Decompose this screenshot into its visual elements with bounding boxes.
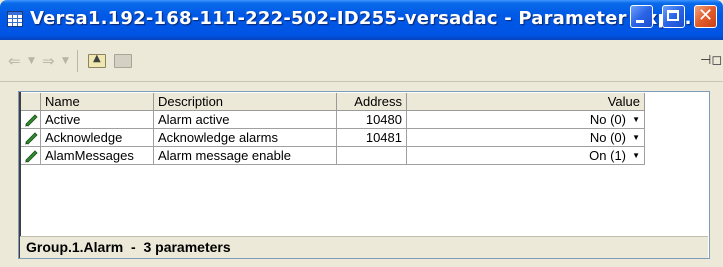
pencil-icon [25,132,38,145]
forward-dropdown-icon[interactable]: ▼ [62,52,69,70]
dropdown-arrow-icon[interactable]: ▼ [632,147,640,164]
table-header: Name Description Address Value [21,93,645,111]
status-text: Group.1.Alarm - 3 parameters [26,239,231,255]
close-button[interactable]: ✕ [694,5,717,28]
parameter-grid: Name Description Address Value Active Al… [18,91,710,259]
table-row[interactable]: Acknowledge Acknowledge alarms 10481 No … [21,129,645,147]
back-arrow-icon[interactable]: ⇐ [8,52,21,70]
status-bar: Group.1.Alarm - 3 parameters [20,236,708,258]
column-header-address[interactable]: Address [337,93,407,111]
pencil-icon [25,150,38,163]
maximize-button[interactable] [662,5,685,28]
pencil-icon [25,114,38,127]
pin-icon[interactable]: ⊣◻ [700,53,722,68]
column-header-description[interactable]: Description [154,93,337,111]
header-icon-column [21,93,41,111]
forward-arrow-icon[interactable]: ⇒ [42,52,55,70]
row-value-select[interactable]: On (1) ▼ [407,147,645,165]
row-name: Acknowledge [41,129,154,147]
row-name: AlamMessages [41,147,154,165]
row-description: Alarm message enable [154,147,337,165]
row-address [337,147,407,165]
parameter-explorer-window: Versa1.192-168-111-222-502-ID255-versada… [0,0,723,267]
title-bar[interactable]: Versa1.192-168-111-222-502-ID255-versada… [0,0,723,40]
row-address: 10480 [337,111,407,129]
grid-table-icon [7,11,23,27]
folder-up-icon[interactable]: ▲ [88,53,106,68]
row-address: 10481 [337,129,407,147]
dropdown-arrow-icon[interactable]: ▼ [632,129,640,146]
row-value-select[interactable]: No (0) ▼ [407,111,645,129]
dropdown-arrow-icon[interactable]: ▼ [632,111,640,128]
minimize-button[interactable] [630,5,653,28]
row-name: Active [41,111,154,129]
window-title: Versa1.192-168-111-222-502-ID255-versada… [30,8,692,29]
row-value: No (0) [589,130,626,145]
row-description: Alarm active [154,111,337,129]
row-value: No (0) [589,112,626,127]
column-header-value[interactable]: Value [407,93,645,111]
back-dropdown-icon[interactable]: ▼ [28,52,35,70]
row-description: Acknowledge alarms [154,129,337,147]
close-icon: ✕ [698,5,714,26]
folder-icon[interactable] [114,54,132,68]
table-row[interactable]: Active Alarm active 10480 No (0) ▼ [21,111,645,129]
row-value: On (1) [589,148,626,163]
maximize-icon [667,10,679,21]
minimize-icon [636,20,644,23]
column-header-name[interactable]: Name [41,93,154,111]
toolbar: ⇐ ▼ ⇒ ▼ ▲ ⊣◻ [0,40,723,82]
table-row[interactable]: AlamMessages Alarm message enable On (1)… [21,147,645,165]
row-value-select[interactable]: No (0) ▼ [407,129,645,147]
toolbar-separator [77,50,78,72]
